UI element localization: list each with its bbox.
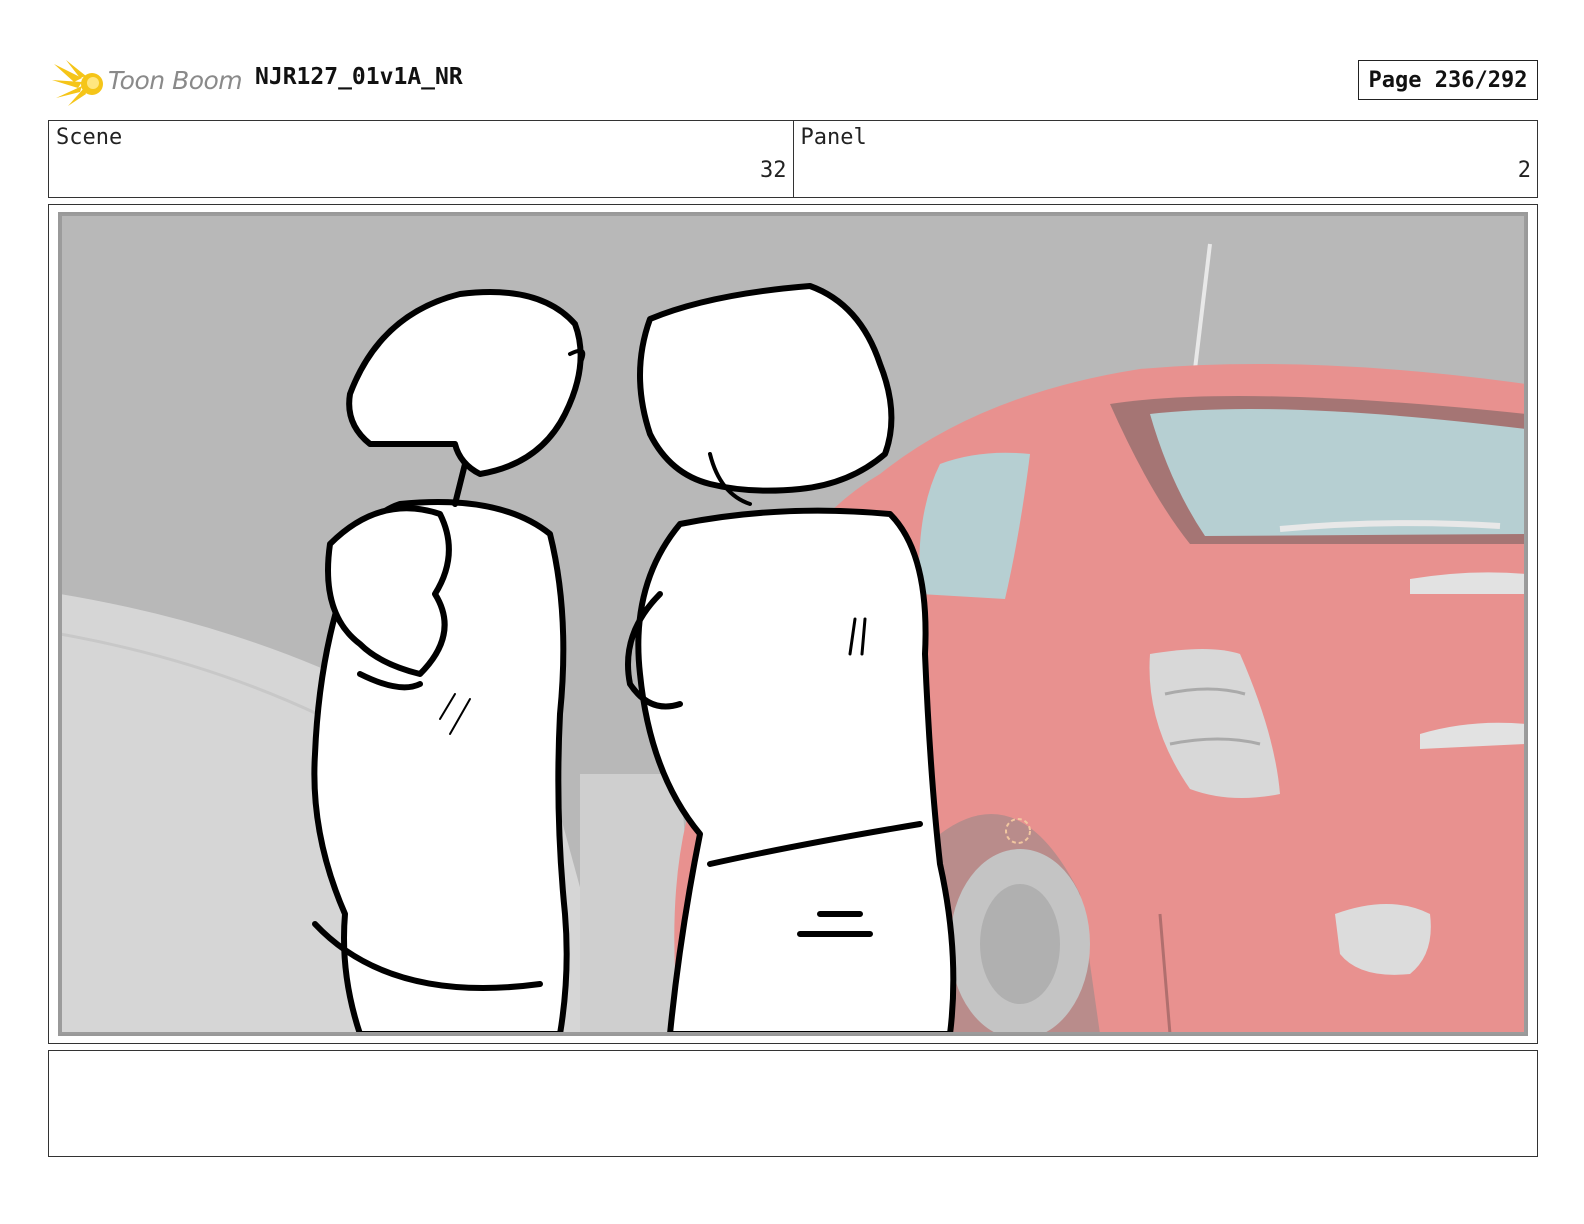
storyboard-panel-frame	[48, 204, 1538, 1044]
scene-label: Scene	[56, 125, 123, 150]
page-number: Page 236/292	[1368, 67, 1528, 93]
document-title: NJR127_01v1A_NR	[255, 64, 463, 90]
scene-number: 32	[760, 158, 787, 183]
logo-text: Toon Boom	[108, 66, 243, 95]
page-header: Toon Boom NJR127_01v1A_NR Page 236/292	[48, 52, 1538, 108]
storyboard-drawing	[58, 212, 1528, 1036]
panel-label: Panel	[800, 125, 867, 150]
car-rear-window	[1150, 409, 1526, 536]
sunburst-logo-icon	[52, 60, 103, 106]
scene-cell: Scene 32	[49, 121, 793, 197]
storyboard-sketch-illustration	[60, 214, 1526, 1034]
toon-boom-logo: Toon Boom	[52, 58, 243, 108]
panel-cell: Panel 2	[792, 121, 1538, 197]
panel-caption-box	[48, 1050, 1538, 1157]
panel-number: 2	[1517, 158, 1531, 183]
page-number-box: Page 236/292	[1358, 60, 1538, 100]
character-left	[311, 289, 586, 1034]
scene-panel-info: Scene 32 Panel 2	[48, 120, 1538, 198]
